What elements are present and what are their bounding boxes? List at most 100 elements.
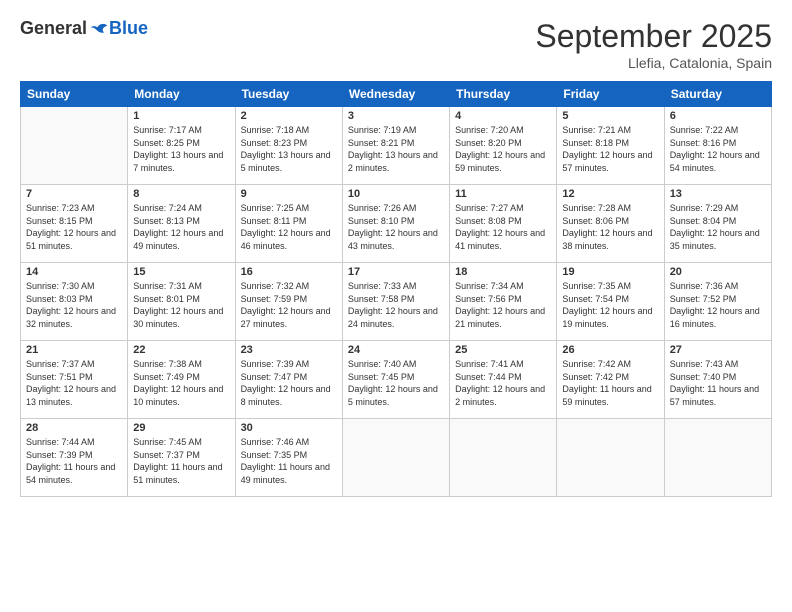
header-thursday: Thursday xyxy=(450,82,557,107)
day-info: Sunrise: 7:37 AMSunset: 7:51 PMDaylight:… xyxy=(26,358,122,408)
subtitle: Llefia, Catalonia, Spain xyxy=(535,55,772,71)
day-number: 30 xyxy=(241,422,337,434)
day-number: 1 xyxy=(133,110,229,122)
calendar-cell xyxy=(21,107,128,185)
header-wednesday: Wednesday xyxy=(342,82,449,107)
calendar-cell: 3 Sunrise: 7:19 AMSunset: 8:21 PMDaylight… xyxy=(342,107,449,185)
week-row-4: 21 Sunrise: 7:37 AMSunset: 7:51 PMDayligh… xyxy=(21,341,772,419)
day-info: Sunrise: 7:28 AMSunset: 8:06 PMDaylight:… xyxy=(562,202,658,252)
day-info: Sunrise: 7:30 AMSunset: 8:03 PMDaylight:… xyxy=(26,280,122,330)
calendar-cell: 17 Sunrise: 7:33 AMSunset: 7:58 PMDayligh… xyxy=(342,263,449,341)
calendar-cell: 25 Sunrise: 7:41 AMSunset: 7:44 PMDayligh… xyxy=(450,341,557,419)
calendar-cell: 16 Sunrise: 7:32 AMSunset: 7:59 PMDayligh… xyxy=(235,263,342,341)
day-number: 29 xyxy=(133,422,229,434)
calendar-cell: 28 Sunrise: 7:44 AMSunset: 7:39 PMDayligh… xyxy=(21,419,128,497)
week-row-1: 1 Sunrise: 7:17 AMSunset: 8:25 PMDaylight… xyxy=(21,107,772,185)
day-number: 19 xyxy=(562,266,658,278)
logo-general: General xyxy=(20,18,87,39)
day-info: Sunrise: 7:25 AMSunset: 8:11 PMDaylight:… xyxy=(241,202,337,252)
day-number: 23 xyxy=(241,344,337,356)
calendar-cell: 4 Sunrise: 7:20 AMSunset: 8:20 PMDaylight… xyxy=(450,107,557,185)
calendar-cell: 24 Sunrise: 7:40 AMSunset: 7:45 PMDayligh… xyxy=(342,341,449,419)
month-title: September 2025 xyxy=(535,18,772,55)
calendar-cell: 21 Sunrise: 7:37 AMSunset: 7:51 PMDayligh… xyxy=(21,341,128,419)
page: General Blue September 2025 Llefia, Cata… xyxy=(0,0,792,612)
calendar-cell: 10 Sunrise: 7:26 AMSunset: 8:10 PMDayligh… xyxy=(342,185,449,263)
logo-bird-icon xyxy=(89,19,109,39)
day-number: 21 xyxy=(26,344,122,356)
calendar-cell xyxy=(342,419,449,497)
day-number: 4 xyxy=(455,110,551,122)
calendar-cell: 19 Sunrise: 7:35 AMSunset: 7:54 PMDayligh… xyxy=(557,263,664,341)
day-info: Sunrise: 7:29 AMSunset: 8:04 PMDaylight:… xyxy=(670,202,766,252)
day-info: Sunrise: 7:31 AMSunset: 8:01 PMDaylight:… xyxy=(133,280,229,330)
day-info: Sunrise: 7:41 AMSunset: 7:44 PMDaylight:… xyxy=(455,358,551,408)
day-number: 16 xyxy=(241,266,337,278)
calendar-cell: 29 Sunrise: 7:45 AMSunset: 7:37 PMDayligh… xyxy=(128,419,235,497)
day-info: Sunrise: 7:40 AMSunset: 7:45 PMDaylight:… xyxy=(348,358,444,408)
day-info: Sunrise: 7:17 AMSunset: 8:25 PMDaylight:… xyxy=(133,124,229,174)
header-monday: Monday xyxy=(128,82,235,107)
day-info: Sunrise: 7:39 AMSunset: 7:47 PMDaylight:… xyxy=(241,358,337,408)
day-info: Sunrise: 7:23 AMSunset: 8:15 PMDaylight:… xyxy=(26,202,122,252)
day-info: Sunrise: 7:44 AMSunset: 7:39 PMDaylight:… xyxy=(26,436,122,486)
title-area: September 2025 Llefia, Catalonia, Spain xyxy=(535,18,772,71)
calendar-cell: 1 Sunrise: 7:17 AMSunset: 8:25 PMDaylight… xyxy=(128,107,235,185)
calendar-cell: 13Sunrise: 7:29 AMSunset: 8:04 PMDayligh… xyxy=(664,185,771,263)
day-info: Sunrise: 7:19 AMSunset: 8:21 PMDaylight:… xyxy=(348,124,444,174)
day-number: 14 xyxy=(26,266,122,278)
calendar-cell: 5Sunrise: 7:21 AMSunset: 8:18 PMDaylight… xyxy=(557,107,664,185)
day-info: Sunrise: 7:18 AMSunset: 8:23 PMDaylight:… xyxy=(241,124,337,174)
day-number: 3 xyxy=(348,110,444,122)
calendar-cell: 9Sunrise: 7:25 AMSunset: 8:11 PMDaylight… xyxy=(235,185,342,263)
header-row: SundayMondayTuesdayWednesdayThursdayFrid… xyxy=(21,82,772,107)
calendar-cell: 11Sunrise: 7:27 AMSunset: 8:08 PMDayligh… xyxy=(450,185,557,263)
day-number: 7 xyxy=(26,188,122,200)
header: General Blue September 2025 Llefia, Cata… xyxy=(20,18,772,71)
day-info: Sunrise: 7:34 AMSunset: 7:56 PMDaylight:… xyxy=(455,280,551,330)
week-row-5: 28 Sunrise: 7:44 AMSunset: 7:39 PMDayligh… xyxy=(21,419,772,497)
day-number: 18 xyxy=(455,266,551,278)
day-number: 24 xyxy=(348,344,444,356)
calendar-cell: 23 Sunrise: 7:39 AMSunset: 7:47 PMDayligh… xyxy=(235,341,342,419)
calendar-cell: 15Sunrise: 7:31 AMSunset: 8:01 PMDayligh… xyxy=(128,263,235,341)
day-number: 22 xyxy=(133,344,229,356)
calendar-cell: 8 Sunrise: 7:24 AMSunset: 8:13 PMDaylight… xyxy=(128,185,235,263)
calendar-cell: 2Sunrise: 7:18 AMSunset: 8:23 PMDaylight… xyxy=(235,107,342,185)
header-sunday: Sunday xyxy=(21,82,128,107)
calendar-cell: 12 Sunrise: 7:28 AMSunset: 8:06 PMDayligh… xyxy=(557,185,664,263)
calendar-cell: 7 Sunrise: 7:23 AMSunset: 8:15 PMDaylight… xyxy=(21,185,128,263)
day-number: 25 xyxy=(455,344,551,356)
day-info: Sunrise: 7:36 AMSunset: 7:52 PMDaylight:… xyxy=(670,280,766,330)
day-info: Sunrise: 7:43 AMSunset: 7:40 PMDaylight:… xyxy=(670,358,766,408)
calendar-cell xyxy=(664,419,771,497)
day-number: 26 xyxy=(562,344,658,356)
day-info: Sunrise: 7:33 AMSunset: 7:58 PMDaylight:… xyxy=(348,280,444,330)
day-info: Sunrise: 7:35 AMSunset: 7:54 PMDaylight:… xyxy=(562,280,658,330)
day-number: 12 xyxy=(562,188,658,200)
calendar-cell xyxy=(450,419,557,497)
day-info: Sunrise: 7:32 AMSunset: 7:59 PMDaylight:… xyxy=(241,280,337,330)
calendar-cell: 30Sunrise: 7:46 AMSunset: 7:35 PMDayligh… xyxy=(235,419,342,497)
day-number: 20 xyxy=(670,266,766,278)
calendar-table: SundayMondayTuesdayWednesdayThursdayFrid… xyxy=(20,81,772,497)
day-number: 28 xyxy=(26,422,122,434)
calendar-cell xyxy=(557,419,664,497)
day-info: Sunrise: 7:24 AMSunset: 8:13 PMDaylight:… xyxy=(133,202,229,252)
day-number: 27 xyxy=(670,344,766,356)
calendar-cell: 26Sunrise: 7:42 AMSunset: 7:42 PMDayligh… xyxy=(557,341,664,419)
day-info: Sunrise: 7:38 AMSunset: 7:49 PMDaylight:… xyxy=(133,358,229,408)
header-saturday: Saturday xyxy=(664,82,771,107)
day-info: Sunrise: 7:20 AMSunset: 8:20 PMDaylight:… xyxy=(455,124,551,174)
calendar-cell: 6Sunrise: 7:22 AMSunset: 8:16 PMDaylight… xyxy=(664,107,771,185)
day-number: 17 xyxy=(348,266,444,278)
day-info: Sunrise: 7:45 AMSunset: 7:37 PMDaylight:… xyxy=(133,436,229,486)
day-info: Sunrise: 7:27 AMSunset: 8:08 PMDaylight:… xyxy=(455,202,551,252)
day-number: 8 xyxy=(133,188,229,200)
day-info: Sunrise: 7:26 AMSunset: 8:10 PMDaylight:… xyxy=(348,202,444,252)
week-row-2: 7 Sunrise: 7:23 AMSunset: 8:15 PMDaylight… xyxy=(21,185,772,263)
calendar-cell: 20 Sunrise: 7:36 AMSunset: 7:52 PMDayligh… xyxy=(664,263,771,341)
day-number: 10 xyxy=(348,188,444,200)
calendar-cell: 14 Sunrise: 7:30 AMSunset: 8:03 PMDayligh… xyxy=(21,263,128,341)
header-friday: Friday xyxy=(557,82,664,107)
